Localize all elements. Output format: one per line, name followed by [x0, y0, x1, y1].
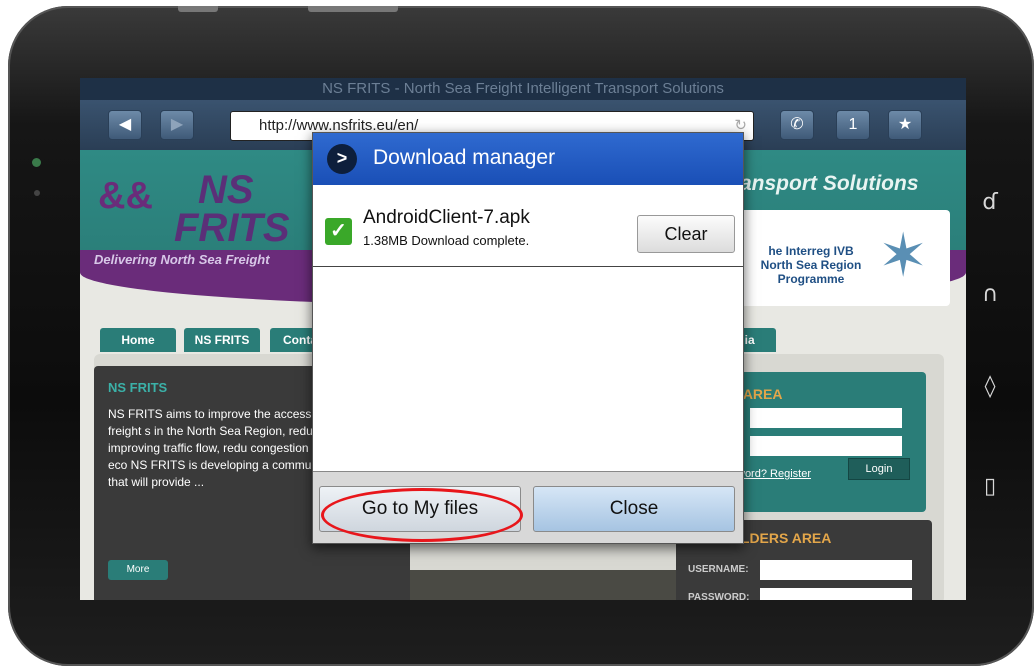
interreg-banner[interactable]: he Interreg IVB North Sea Region Program… — [740, 210, 950, 306]
logo-frits: FRITS — [174, 206, 290, 250]
dialog-title: Download manager — [373, 146, 556, 169]
dialog-footer: Go to My files Close — [313, 471, 743, 543]
phone-icon: ✆ — [790, 116, 804, 133]
username-field[interactable] — [760, 560, 912, 580]
hardware-top-button — [308, 6, 398, 12]
username-label: USERNAME: — [688, 564, 749, 575]
site-logo[interactable]: && NS FRITS Delivering North Sea Freight — [94, 168, 334, 268]
tabs-button[interactable]: 1 — [836, 110, 870, 140]
download-manager-dialog: > Download manager ✓ AndroidClient-7.apk… — [312, 132, 744, 544]
tabs-count: 1 — [848, 116, 858, 133]
chevron-right-icon: > — [327, 144, 357, 174]
nav-home[interactable]: Home — [100, 328, 176, 352]
bookmark-star-icon: ★ — [897, 116, 913, 133]
light-sensor — [34, 190, 40, 196]
tablet-screen: NS FRITS - North Sea Freight Intelligent… — [80, 78, 966, 600]
intro-title: NS FRITS — [108, 380, 168, 395]
forward-button[interactable]: ▶ — [160, 110, 194, 140]
phone-button[interactable]: ✆ — [780, 110, 814, 140]
site-slogan: ansport Solutions — [740, 172, 919, 195]
back-key-icon[interactable]: ∩ — [980, 282, 1000, 307]
check-icon: ✓ — [325, 218, 352, 245]
members-password-field[interactable] — [750, 436, 902, 456]
starfish-icon: ✶ — [878, 222, 929, 289]
download-filename: AndroidClient-7.apk — [363, 207, 530, 228]
browser-title: NS FRITS - North Sea Freight Intelligent… — [80, 78, 966, 100]
bookmarks-button[interactable]: ★ — [888, 110, 922, 140]
interreg-text: he Interreg IVB North Sea Region Program… — [760, 244, 862, 286]
holders-title: OLDERS AREA — [730, 530, 832, 546]
login-button[interactable]: Login — [848, 458, 910, 480]
nav-ns-frits[interactable]: NS FRITS — [184, 328, 260, 352]
close-button[interactable]: Close — [533, 486, 735, 532]
download-status: 1.38MB Download complete. — [363, 233, 530, 248]
back-button[interactable]: ◀ — [108, 110, 142, 140]
logo-tagline: Delivering North Sea Freight — [94, 252, 270, 267]
search-key-icon[interactable]: ɗ — [980, 190, 1000, 215]
hardware-top-button — [178, 6, 218, 12]
front-camera-icon — [32, 158, 41, 167]
menu-key-icon[interactable]: ▯ — [980, 474, 1000, 499]
members-username-field[interactable] — [750, 408, 902, 428]
clear-button[interactable]: Clear — [637, 215, 735, 253]
password-label: PASSWORD: — [688, 592, 750, 600]
password-field[interactable] — [760, 588, 912, 600]
arrow-right-icon: ▶ — [170, 116, 184, 133]
logo-rings-icon: && — [98, 175, 153, 217]
dialog-header: > Download manager — [313, 133, 743, 185]
download-item[interactable]: ✓ AndroidClient-7.apk 1.38MB Download co… — [313, 185, 743, 267]
arrow-left-icon: ◀ — [118, 116, 132, 133]
group-photo — [410, 570, 710, 600]
go-to-my-files-button[interactable]: Go to My files — [319, 486, 521, 532]
more-button[interactable]: More — [108, 560, 168, 580]
home-key-icon[interactable]: ◊ — [980, 374, 1000, 399]
